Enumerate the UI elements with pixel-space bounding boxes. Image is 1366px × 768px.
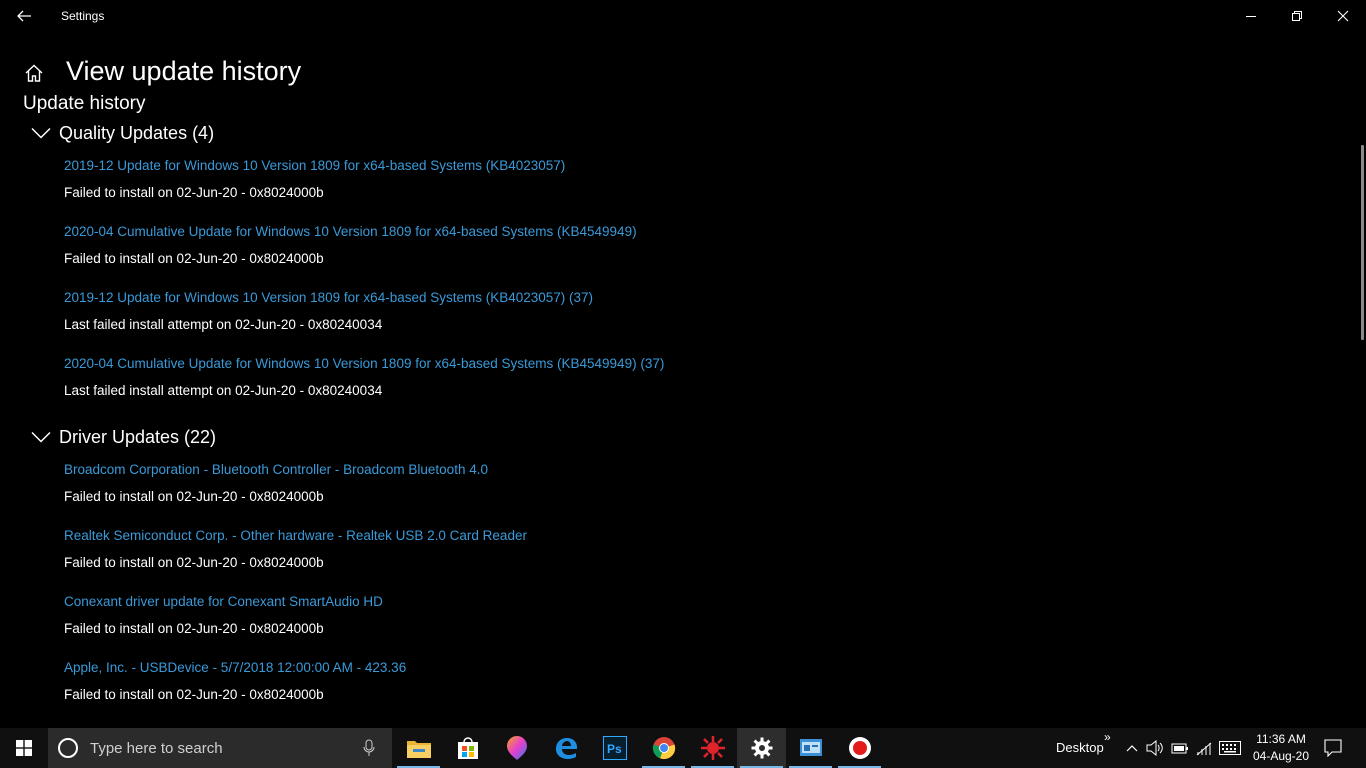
restore-icon: [1292, 11, 1302, 21]
minimize-button[interactable]: [1228, 0, 1274, 32]
update-status: Failed to install on 02-Jun-20 - 0x80240…: [64, 555, 324, 570]
restore-button[interactable]: [1274, 0, 1320, 32]
photoshop-icon[interactable]: Ps: [590, 728, 639, 768]
search-placeholder: Type here to search: [90, 739, 223, 757]
action-center-icon[interactable]: [1320, 736, 1346, 760]
update-link[interactable]: 2020-04 Cumulative Update for Windows 10…: [64, 356, 664, 371]
update-link[interactable]: Realtek Semiconduct Corp. - Other hardwa…: [64, 528, 527, 543]
chrome-icon[interactable]: [639, 728, 688, 768]
close-button[interactable]: [1320, 0, 1366, 32]
page-title: View update history: [66, 56, 302, 86]
update-link[interactable]: 2019-12 Update for Windows 10 Version 18…: [64, 158, 565, 173]
taskbar-clock[interactable]: 11:36 AM 04-Aug-20: [1250, 731, 1312, 765]
battery-icon[interactable]: [1169, 736, 1191, 760]
chevron-down-icon: [30, 122, 52, 144]
window-title: Settings: [61, 9, 105, 23]
update-status: Last failed install attempt on 02-Jun-20…: [64, 383, 383, 398]
back-arrow-icon: [17, 10, 31, 22]
edge-icon[interactable]: [541, 728, 590, 768]
group-label: Driver Updates (22): [59, 426, 217, 447]
update-status: Failed to install on 02-Jun-20 - 0x80240…: [64, 621, 324, 636]
toolbar-overflow-chevron[interactable]: »: [1104, 730, 1111, 744]
update-status: Last failed install attempt on 02-Jun-20…: [64, 317, 383, 332]
update-link[interactable]: Apple, Inc. - USBDevice - 5/7/2018 12:00…: [64, 660, 406, 675]
start-button[interactable]: [0, 728, 48, 768]
update-link[interactable]: 2019-12 Update for Windows 10 Version 18…: [64, 290, 593, 305]
title-bar: Settings: [0, 0, 1366, 32]
desktop-toolbar[interactable]: Desktop: [1056, 740, 1104, 755]
update-status: Failed to install on 02-Jun-20 - 0x80240…: [64, 489, 324, 504]
screen-recorder-icon[interactable]: [835, 728, 884, 768]
control-panel-icon[interactable]: [786, 728, 835, 768]
update-link[interactable]: Broadcom Corporation - Bluetooth Control…: [64, 462, 488, 477]
update-status: Failed to install on 02-Jun-20 - 0x80240…: [64, 251, 324, 266]
svg-text:Ps: Ps: [607, 742, 622, 756]
paint-3d-icon[interactable]: [492, 728, 541, 768]
settings-gear-icon[interactable]: [737, 728, 786, 768]
network-icon[interactable]: [1194, 736, 1216, 760]
virus-app-icon[interactable]: [688, 728, 737, 768]
home-button[interactable]: [22, 60, 46, 86]
update-link[interactable]: 2020-04 Cumulative Update for Windows 10…: [64, 224, 637, 239]
taskbar: Type here to search Ps Desktop » 11:36 A…: [0, 728, 1366, 768]
section-title: Update history: [23, 93, 146, 114]
group-label: Quality Updates (4): [59, 122, 215, 143]
update-status: Failed to install on 02-Jun-20 - 0x80240…: [64, 687, 324, 702]
windows-logo-icon: [16, 740, 32, 756]
back-button[interactable]: [8, 0, 40, 32]
home-icon: [25, 64, 43, 82]
microphone-icon[interactable]: [360, 737, 378, 759]
scrollbar-thumb[interactable]: [1361, 145, 1364, 340]
minimize-icon: [1246, 16, 1256, 17]
file-explorer-icon[interactable]: [394, 728, 443, 768]
close-icon: [1337, 10, 1349, 22]
volume-icon[interactable]: [1144, 736, 1166, 760]
update-status: Failed to install on 02-Jun-20 - 0x80240…: [64, 185, 324, 200]
touch-keyboard-icon[interactable]: [1219, 736, 1241, 760]
taskbar-search-box[interactable]: Type here to search: [48, 728, 392, 768]
chevron-down-icon: [30, 426, 52, 448]
cortana-icon: [58, 738, 78, 758]
clock-date: 04-Aug-20: [1252, 749, 1310, 763]
show-hidden-icons-chevron-icon[interactable]: [1121, 736, 1143, 760]
update-link[interactable]: Conexant driver update for Conexant Smar…: [64, 594, 383, 609]
quality-updates-toggle[interactable]: Quality Updates (4): [30, 120, 214, 146]
clock-time: 11:36 AM: [1256, 732, 1306, 746]
store-icon[interactable]: [443, 728, 492, 768]
driver-updates-toggle[interactable]: Driver Updates (22): [30, 424, 216, 450]
